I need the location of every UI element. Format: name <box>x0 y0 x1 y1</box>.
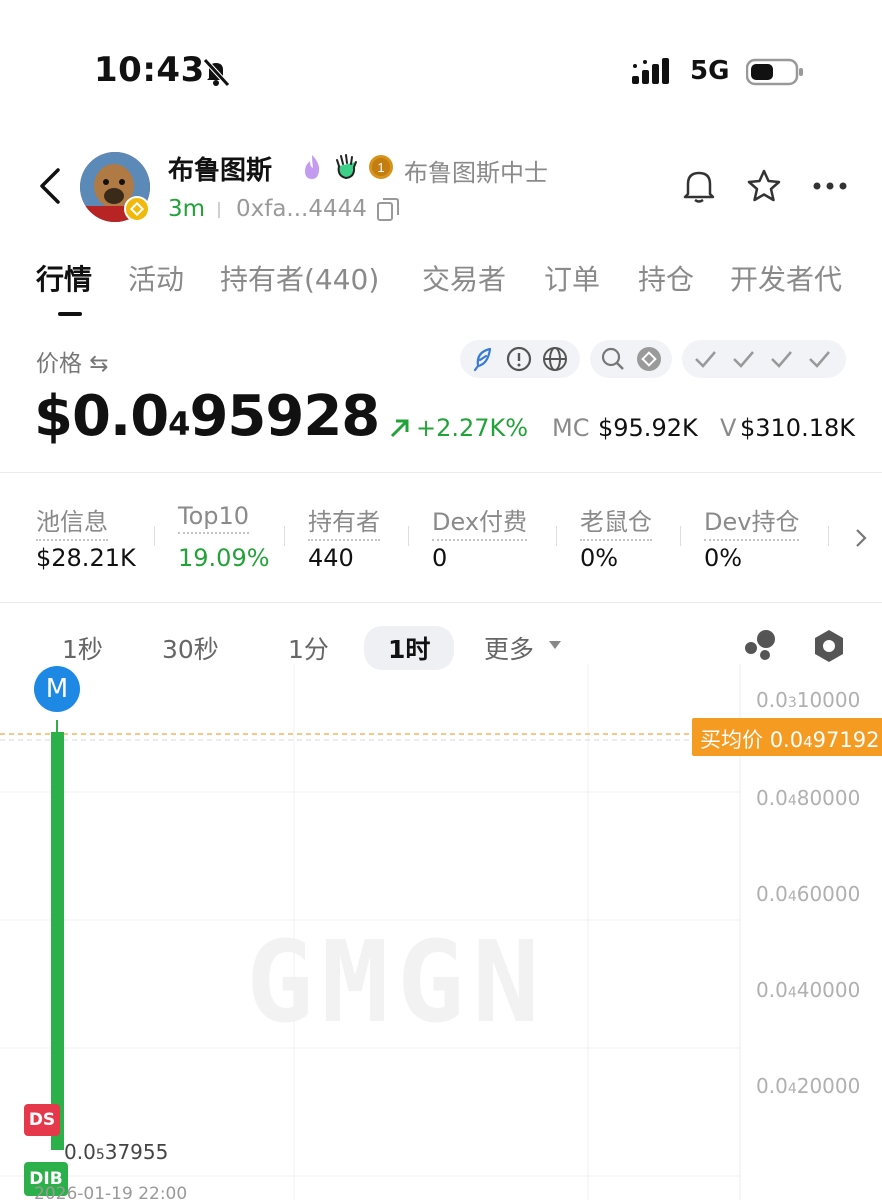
token-age: 3m <box>168 196 206 222</box>
metric-holders-label[interactable]: 持有者 <box>308 502 380 541</box>
status-bar: 10:43 5G <box>0 0 882 130</box>
bubble-map-icon[interactable] <box>742 628 778 662</box>
divider <box>0 602 882 603</box>
chevron-right-icon[interactable] <box>852 526 870 550</box>
metric-pool-value: $28.21K <box>36 544 136 572</box>
header-divider <box>218 202 220 218</box>
metric-dev-label[interactable]: Dev持仓 <box>704 502 800 541</box>
arrow-up-right-icon <box>390 419 409 438</box>
bell-icon[interactable] <box>682 168 716 204</box>
tab-activity[interactable]: 活动 <box>128 258 184 298</box>
tab-developer[interactable]: 开发者代 <box>730 258 842 298</box>
copy-icon[interactable] <box>376 196 400 222</box>
y-tick: 0.0460000 <box>756 882 861 906</box>
caret-down-icon[interactable] <box>548 640 562 650</box>
gmgn-watermark: GMGN <box>246 918 548 1048</box>
low-price-label: 0.0537955 <box>64 1140 169 1164</box>
metric-insider-label[interactable]: 老鼠仓 <box>580 502 652 541</box>
volume-value: $310.18K <box>740 414 855 442</box>
security-checks[interactable] <box>682 340 846 378</box>
metric-pool-label[interactable]: 池信息 <box>36 502 108 541</box>
back-chevron-icon[interactable] <box>34 166 66 206</box>
y-tick: 0.0310000 <box>756 688 861 712</box>
bnb-chain-icon <box>124 196 150 222</box>
y-tick: 0.0420000 <box>756 1074 861 1098</box>
tab-positions[interactable]: 持仓 <box>638 258 694 298</box>
info-icon[interactable] <box>506 346 532 372</box>
interval-30s[interactable]: 30秒 <box>162 630 219 666</box>
metric-holders-value: 440 <box>308 544 354 572</box>
token-name: 布鲁图斯 <box>168 156 273 186</box>
dev-sell-marker[interactable]: DS <box>24 1104 60 1136</box>
x-axis-date: 2026-01-19 22:00 <box>34 1184 188 1200</box>
feather-icon[interactable] <box>470 346 496 372</box>
metric-dex-paid-label[interactable]: Dex付费 <box>432 502 528 541</box>
metric-divider <box>154 526 155 546</box>
tab-market[interactable]: 行情 <box>36 258 92 298</box>
volume-label: V <box>720 414 737 442</box>
candle-body[interactable] <box>51 732 64 1150</box>
tab-orders[interactable]: 订单 <box>544 258 600 298</box>
network-type: 5G <box>690 56 730 86</box>
active-tab-indicator <box>58 312 82 316</box>
search-icon[interactable] <box>600 346 626 372</box>
settings-hexagon-icon[interactable] <box>812 628 846 664</box>
metric-top10-label[interactable]: Top10 <box>178 502 250 534</box>
metric-divider <box>408 526 409 546</box>
metric-dev-value: 0% <box>704 544 743 572</box>
bscscan-icon[interactable] <box>636 346 662 372</box>
interval-1m[interactable]: 1分 <box>288 630 329 666</box>
migration-marker[interactable]: M <box>34 666 80 712</box>
token-subtitle: 布鲁图斯中士 <box>404 159 548 187</box>
interval-1s[interactable]: 1秒 <box>62 630 103 666</box>
svg-text:1: 1 <box>377 160 384 175</box>
current-price: $0.0495928 <box>34 384 380 449</box>
metric-insider-value: 0% <box>580 544 619 572</box>
flame-icon <box>305 155 320 179</box>
globe-icon[interactable] <box>542 346 568 372</box>
check-icon <box>733 351 754 368</box>
wave-hand-icon <box>336 154 357 180</box>
rank-coin-icon: 1 <box>369 155 393 179</box>
more-icon[interactable] <box>812 180 848 192</box>
check-icon <box>809 351 830 368</box>
status-time: 10:43 <box>94 50 205 90</box>
check-icon <box>695 351 716 368</box>
tab-holders[interactable]: 持有者(440) <box>220 258 379 298</box>
battery-icon <box>746 58 803 86</box>
market-cap-value: $95.92K <box>598 414 698 442</box>
metric-divider <box>284 526 285 546</box>
interval-more[interactable]: 更多 <box>484 630 534 666</box>
contract-address[interactable]: 0xfa...4444 <box>236 196 367 222</box>
market-cap-label: MC <box>552 414 590 442</box>
check-icon <box>771 351 792 368</box>
star-icon[interactable] <box>746 168 782 204</box>
bell-muted-icon <box>203 58 230 87</box>
metric-top10-value: 19.09% <box>178 544 270 572</box>
price-label[interactable]: 价格 ⇆ <box>36 344 109 378</box>
tab-traders[interactable]: 交易者 <box>422 258 506 298</box>
y-tick: 0.0480000 <box>756 786 861 810</box>
price-change: +2.27K% <box>416 414 529 442</box>
metric-divider <box>828 526 829 546</box>
y-tick: 0.0440000 <box>756 978 861 1002</box>
divider <box>0 472 882 473</box>
cell-signal-icon <box>632 58 669 84</box>
metric-divider <box>680 526 681 546</box>
social-links <box>460 340 580 378</box>
search-tools <box>590 340 672 378</box>
avg-buy-price-tag: 买均价 0.0497192 <box>692 718 882 756</box>
metric-dex-paid-value: 0 <box>432 544 448 572</box>
metric-divider <box>556 526 557 546</box>
